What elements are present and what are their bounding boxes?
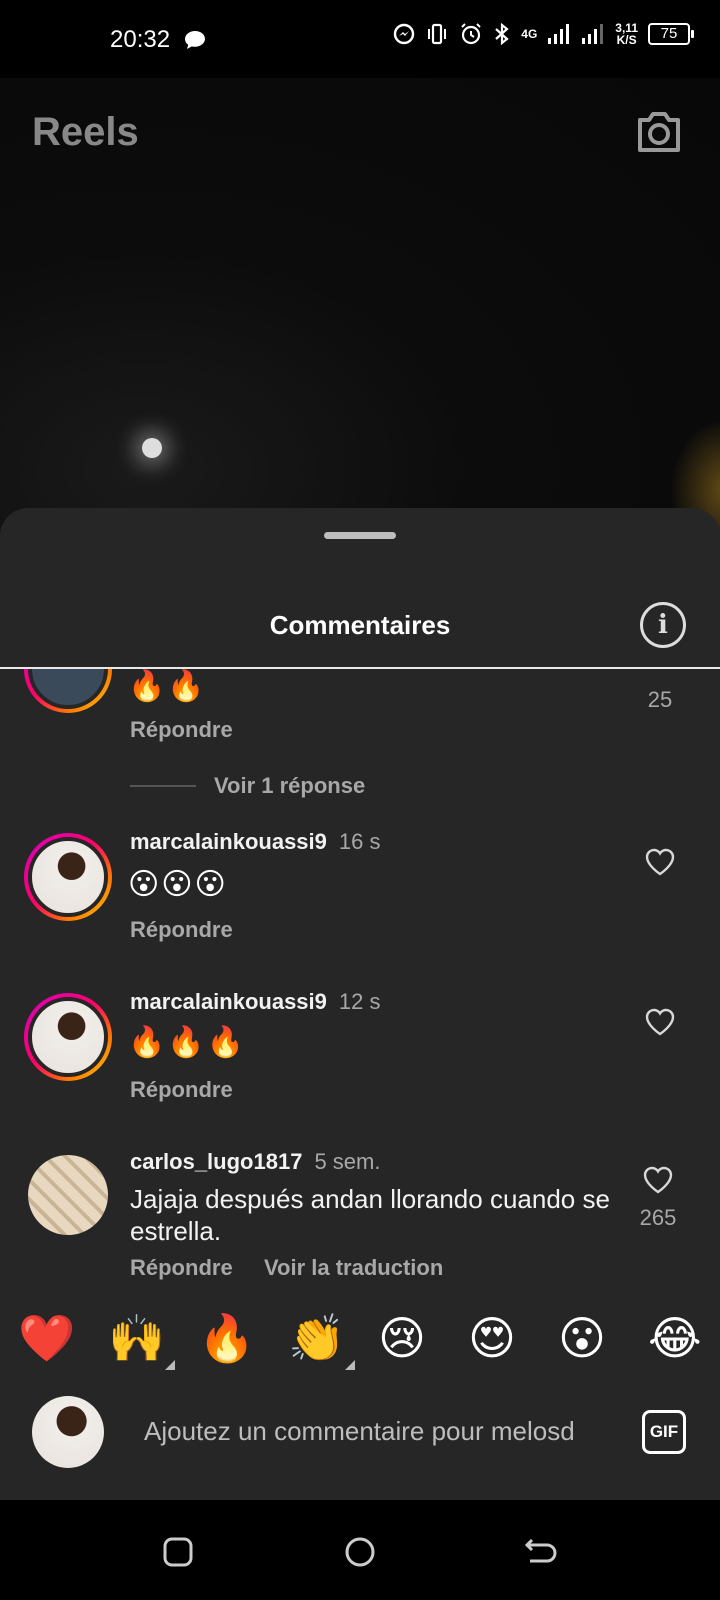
reaction-surprised[interactable]: 😮 — [558, 1308, 606, 1368]
info-icon[interactable]: i — [640, 602, 686, 648]
replies-line — [130, 785, 196, 787]
reaction-heart-eyes[interactable]: 😍 — [468, 1308, 516, 1368]
reaction-crying[interactable]: 😢 — [378, 1308, 426, 1368]
reply-button[interactable]: Répondre — [130, 717, 233, 743]
status-icons: 4G 3,11 K/S 75 — [393, 21, 694, 47]
video-light — [142, 438, 162, 458]
status-bar: 20:32 4G 3,11 K/S 75 — [0, 0, 720, 78]
comment-text: 🔥🔥 — [128, 670, 207, 703]
back-icon[interactable] — [524, 1536, 558, 1568]
reaction-laughing[interactable]: 😂 — [648, 1308, 702, 1368]
heart-icon[interactable] — [638, 669, 660, 675]
reaction-fire[interactable]: 🔥 — [198, 1308, 255, 1368]
camera-icon[interactable] — [634, 108, 684, 156]
reaction-heart[interactable]: ❤️ — [18, 1308, 75, 1368]
screen: 20:32 4G 3,11 K/S 75 Reels Commentaires i — [0, 0, 720, 1600]
chat-bubble-icon — [185, 31, 205, 49]
network-speed: 3,11 K/S — [615, 21, 638, 47]
heart-icon[interactable] — [644, 1007, 676, 1037]
comment-username[interactable]: marcalainkouassi9 16 s — [130, 829, 381, 855]
sheet-title: Commentaires — [269, 610, 451, 640]
system-nav-bar — [0, 1500, 720, 1600]
heart-icon[interactable] — [642, 1165, 674, 1195]
bluetooth-icon — [495, 22, 509, 46]
signal-2-icon — [582, 24, 604, 44]
gif-button[interactable]: GIF — [642, 1410, 686, 1454]
vibrate-icon — [428, 23, 447, 45]
reply-button[interactable]: Répondre — [130, 917, 233, 943]
status-time: 20:32 — [110, 26, 171, 53]
circle-icon[interactable] — [344, 1536, 376, 1568]
like-count: 25 — [647, 687, 673, 712]
heart-icon[interactable] — [644, 847, 676, 877]
signal-icon — [548, 24, 570, 44]
my-avatar — [32, 1396, 104, 1468]
reply-button[interactable]: Répondre — [130, 1077, 233, 1103]
comment-username[interactable]: marcalainkouassi9 12 s — [130, 989, 381, 1015]
reaction-clap[interactable]: 👏 — [288, 1308, 356, 1370]
reply-button[interactable]: Répondre — [130, 1255, 233, 1281]
page-title: Reels — [32, 110, 139, 154]
comment-username[interactable]: carlos_lugo1817 5 sem. — [130, 1149, 380, 1175]
comment-input[interactable]: Ajoutez un commentaire pour melosd — [144, 1416, 610, 1447]
reaction-raised-hands[interactable]: 🙌 — [108, 1308, 176, 1370]
comment-composer: Ajoutez un commentaire pour melosd GIF — [0, 1388, 720, 1500]
avatar[interactable] — [24, 993, 112, 1081]
translate-button[interactable]: Voir la traduction — [264, 1255, 443, 1281]
avatar[interactable] — [24, 833, 112, 921]
comment-text: 😮😮😮 — [128, 868, 228, 901]
comments-sheet: Commentaires i 🔥🔥 Répondre 25 Voir 1 rép… — [0, 508, 720, 1500]
network-type: 4G — [521, 27, 538, 41]
battery-indicator: 75 — [648, 23, 694, 45]
comments-list[interactable]: 🔥🔥 Répondre 25 Voir 1 réponse marcalaink… — [0, 669, 720, 1302]
avatar[interactable] — [28, 1155, 108, 1235]
drag-handle[interactable] — [324, 532, 396, 539]
variant-indicator — [165, 1360, 176, 1370]
messenger-status-icon — [394, 23, 415, 45]
variant-indicator — [345, 1360, 356, 1370]
alarm-icon — [461, 23, 481, 45]
quick-reactions: ❤️ 🙌 🔥 👏 😢 😍 😮 😂 — [0, 1302, 720, 1388]
like-count: 265 — [639, 1205, 677, 1230]
comment-text: 🔥🔥🔥 — [128, 1026, 247, 1059]
square-icon[interactable] — [162, 1536, 194, 1568]
view-replies-button[interactable]: Voir 1 réponse — [130, 773, 365, 799]
avatar[interactable] — [24, 669, 112, 713]
comment-text: Jajaja después andan llorando cuando se … — [130, 1184, 610, 1246]
